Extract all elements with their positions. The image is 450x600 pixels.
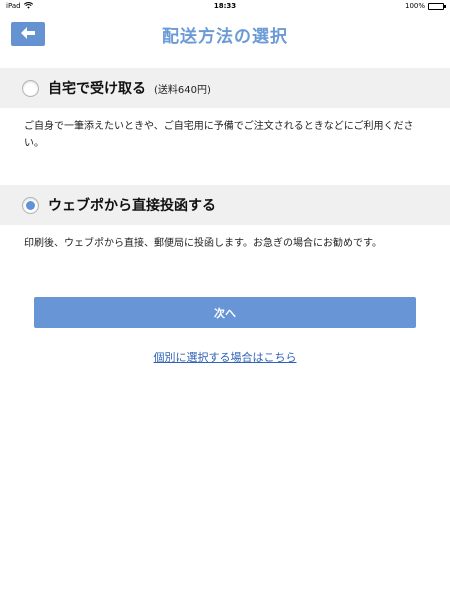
wifi-icon — [23, 1, 33, 11]
delivery-option-direct: ウェブポから直接投函する 印刷後、ウェブポから直接、郵便局に投函します。お急ぎの… — [0, 185, 450, 252]
option-description: ご自身で一筆添えたいときや、ご自宅用に予備でご注文されるときなどにご利用ください… — [24, 121, 414, 149]
next-button[interactable]: 次へ — [34, 297, 416, 328]
back-button[interactable] — [11, 22, 45, 46]
individual-selection-link[interactable]: 個別に選択する場合はこちら — [0, 349, 450, 365]
radio-unselected[interactable] — [22, 79, 39, 97]
option-description: 印刷後、ウェブポから直接、郵便局に投函します。お急ぎの場合にお勧めです。 — [24, 238, 382, 249]
status-bar: iPad 18:33 100% — [0, 0, 450, 12]
shipping-fee-note: (送料640円) — [154, 84, 211, 96]
option-header-direct[interactable]: ウェブポから直接投函する — [0, 185, 450, 225]
navigation-bar: 配送方法の選択 — [0, 12, 450, 56]
radio-dot — [26, 200, 35, 210]
carrier-label: iPad — [6, 2, 21, 10]
status-time: 18:33 — [213, 2, 237, 10]
battery-percent: 100% — [404, 2, 425, 10]
battery-icon — [428, 2, 446, 10]
page-title: 配送方法の選択 — [162, 26, 288, 47]
delivery-option-home: 自宅で受け取る (送料640円) ご自身で一筆添えたいときや、ご自宅用に予備でご… — [0, 68, 450, 152]
radio-selected[interactable] — [22, 196, 39, 214]
option-label: ウェブポから直接投函する — [48, 198, 216, 214]
option-label: 自宅で受け取る — [48, 81, 146, 97]
option-header-home[interactable]: 自宅で受け取る (送料640円) — [0, 68, 450, 108]
arrow-left-icon — [20, 25, 36, 44]
